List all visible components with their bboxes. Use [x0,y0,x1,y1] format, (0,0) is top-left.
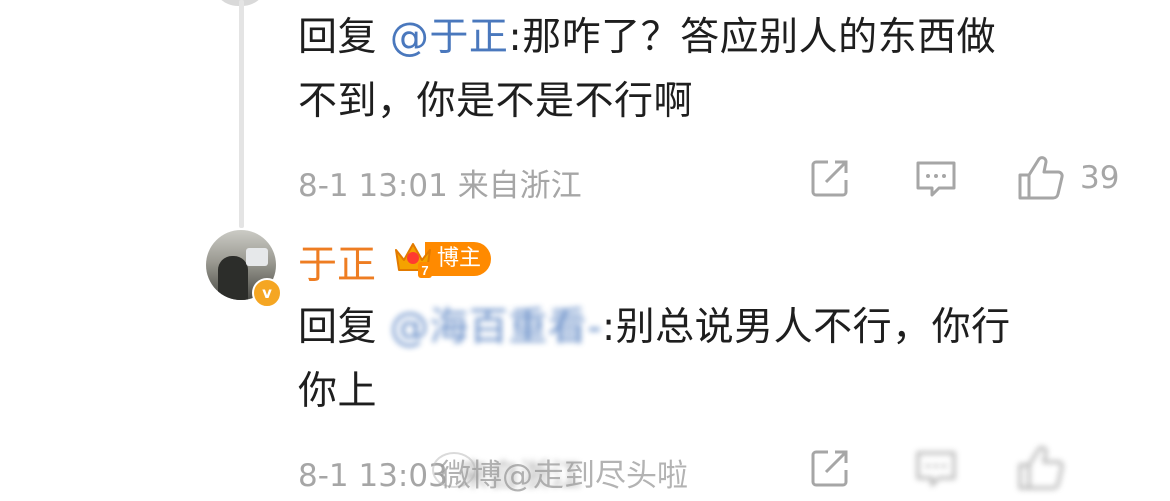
reply-prefix: 回复 [298,305,378,350]
like-button[interactable] [1016,443,1066,493]
like-icon [1018,156,1064,200]
avatar-figure [218,256,248,300]
reply-icon [916,451,956,487]
share-icon [811,160,848,197]
share-icon [811,450,848,487]
verified-icon: v [252,278,282,308]
blogger-badge-label: 博主 [437,246,482,271]
like-button[interactable]: 39 [1016,153,1119,203]
crown-icon: 7 [395,243,432,278]
avatar-background [246,248,268,266]
timestamp: 8-1 13:03 [298,458,448,494]
share-button[interactable] [808,446,852,490]
comment-body-line1: :那咋了？答应别人的东西做 [508,15,997,60]
comment-text: 回复 @于正:那咋了？答应别人的东西做 不到，你是不是不行啊 [298,6,996,134]
crown-level: 7 [421,263,428,278]
like-count: 39 [1080,160,1120,196]
mention-link[interactable]: @海百重看- [390,305,602,350]
comment-meta: 8-1 13:01 来自浙江 [298,160,582,205]
watermark: 微博@走到尽头啦 [440,458,688,494]
reply-button[interactable] [913,156,959,200]
comment-body-line1: :别总说男人不行，你行 [602,305,1011,350]
weibo-comment-thread: 回复 @于正:那咋了？答应别人的东西做 不到，你是不是不行啊 8-1 13:01… [0,0,1170,501]
blogger-badge: 博主 [425,242,492,276]
thread-line [239,0,244,228]
share-button[interactable] [808,156,852,200]
comment-body-line2: 你上 [298,369,378,414]
reply-prefix: 回复 [298,15,378,60]
reply-icon [916,161,956,197]
timestamp: 8-1 13:01 [298,168,448,204]
location: 来自浙江 [457,168,582,204]
like-icon [1018,446,1064,490]
comment-body-line2: 不到，你是不是不行啊 [298,79,694,124]
reply-button[interactable] [913,446,959,490]
mention-link[interactable]: @于正 [390,15,509,60]
username[interactable]: 于正 [298,234,376,290]
comment-text: 回复 @海百重看-:别总说男人不行，你行 你上 [298,296,1011,424]
